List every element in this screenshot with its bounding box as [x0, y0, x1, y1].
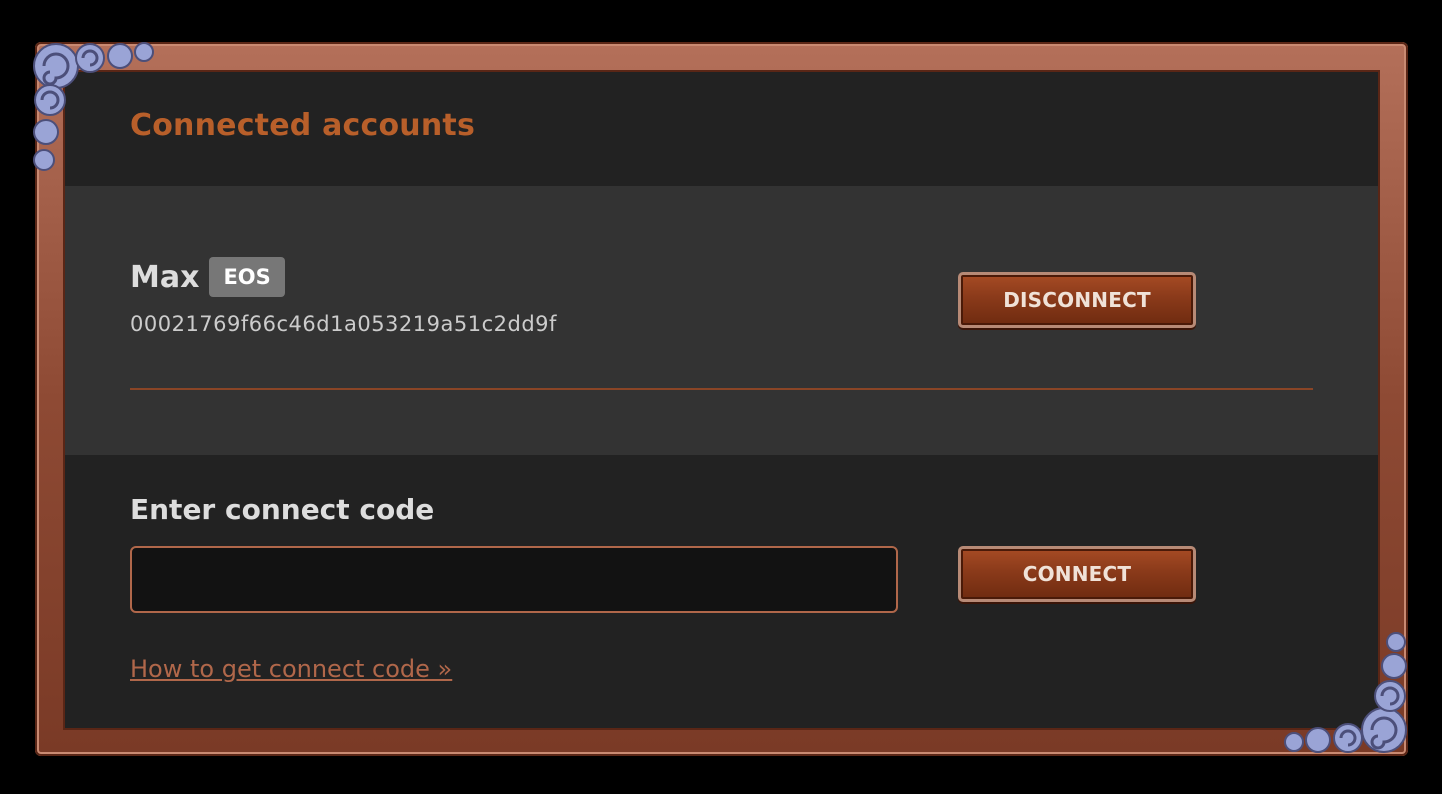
account-name: Max [130, 259, 200, 295]
connect-section: Enter connect code CONNECT How to get co… [65, 455, 1378, 728]
panel-title: Connected accounts [130, 108, 476, 143]
chain-badge: EOS [209, 257, 285, 297]
connect-button[interactable]: CONNECT [958, 546, 1196, 602]
panel-header: Connected accounts [65, 72, 1378, 186]
account-name-row: Max EOS [130, 256, 285, 298]
divider [130, 388, 1313, 390]
connected-account-row: Max EOS 00021769f66c46d1a053219a51c2dd9f… [65, 186, 1378, 455]
disconnect-button[interactable]: DISCONNECT [958, 272, 1196, 328]
connect-code-input[interactable] [130, 546, 898, 613]
account-id: 00021769f66c46d1a053219a51c2dd9f [130, 312, 557, 336]
scroll-ornament-icon [1284, 632, 1407, 753]
panel-content: Connected accounts Max EOS 00021769f66c4… [65, 72, 1378, 728]
help-link[interactable]: How to get connect code » [130, 655, 452, 683]
connect-code-label: Enter connect code [130, 493, 435, 526]
panel-frame: Connected accounts Max EOS 00021769f66c4… [35, 42, 1408, 756]
scroll-ornament-icon [33, 42, 154, 171]
